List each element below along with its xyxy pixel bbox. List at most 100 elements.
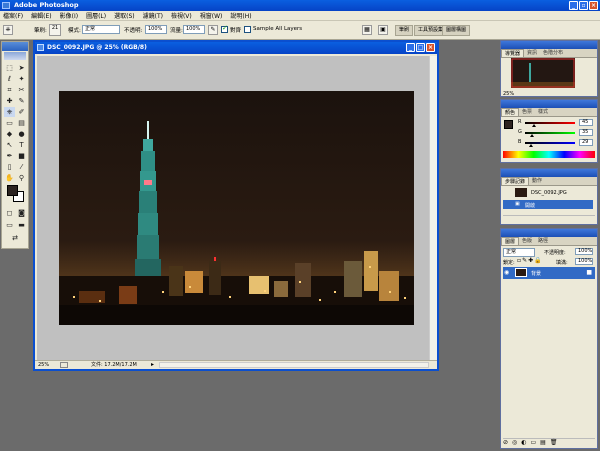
- airbrush-icon[interactable]: ✎: [208, 25, 218, 35]
- document-titlebar: DSC_0092.JPG @ 25% (RGB/8) _ □ ×: [35, 42, 437, 54]
- tab-swatches[interactable]: 色票: [519, 108, 535, 116]
- b-slider-thumb[interactable]: [528, 144, 533, 147]
- tab-info[interactable]: 資訊: [524, 49, 540, 57]
- opacity-input[interactable]: 100%: [145, 25, 167, 34]
- canvas-horizontal-scrollbar[interactable]: [159, 362, 429, 368]
- doc-minimize-button[interactable]: _: [406, 43, 415, 52]
- layer-row-background[interactable]: ◉ 背景 ■: [503, 267, 595, 279]
- menu-file[interactable]: 檔案(F): [3, 11, 23, 20]
- tab-layers[interactable]: 圖層: [501, 237, 520, 245]
- menu-help[interactable]: 說明(H): [230, 11, 251, 20]
- well-tab-brushes-label: 筆刷: [399, 27, 410, 33]
- layer-opacity-input[interactable]: 100%: [575, 248, 593, 255]
- standard-mode-icon[interactable]: ◻: [4, 208, 15, 218]
- restore-button[interactable]: ▫: [579, 1, 588, 10]
- layers-footer-icons[interactable]: ⊘◎◐▭▤🗑: [503, 438, 595, 446]
- eyedropper-tool-icon[interactable]: ⁄: [16, 162, 27, 172]
- brush-picker[interactable]: 21: [49, 24, 61, 36]
- mode-select[interactable]: 正常: [82, 25, 120, 34]
- tab-styles[interactable]: 樣式: [535, 108, 551, 116]
- b-slider[interactable]: [525, 142, 575, 144]
- standard-screen-mode-icon[interactable]: ▭: [4, 220, 15, 230]
- r-value[interactable]: 45: [579, 119, 593, 126]
- navigator-zoom[interactable]: 25%: [503, 91, 514, 97]
- well-tab-layer-comps[interactable]: 圖層構圖: [442, 25, 471, 36]
- move-tool-icon[interactable]: ➤: [16, 63, 27, 73]
- r-slider-thumb[interactable]: [532, 124, 536, 127]
- layer-fill-input[interactable]: 100%: [575, 258, 593, 265]
- hand-tool-icon[interactable]: ✋: [4, 173, 15, 183]
- zoom-level[interactable]: 25%: [38, 361, 49, 369]
- tab-actions[interactable]: 動作: [529, 177, 545, 185]
- doc-close-button[interactable]: ×: [426, 43, 435, 52]
- menu-layer[interactable]: 圖層(L): [86, 11, 106, 20]
- zoom-tool-icon[interactable]: ⚲: [16, 173, 27, 183]
- clone-stamp-tool-icon[interactable]: ⎈: [3, 25, 13, 35]
- slice-tool-icon[interactable]: ✂: [16, 85, 27, 95]
- lasso-tool-icon[interactable]: ℓ: [4, 74, 15, 84]
- clone-stamp-tool-button-icon[interactable]: ⎈: [4, 107, 15, 117]
- menu-image[interactable]: 影像(I): [60, 11, 78, 20]
- tab-history[interactable]: 步驟記錄: [501, 177, 530, 185]
- minimize-button[interactable]: _: [569, 1, 578, 10]
- menu-select[interactable]: 選取(S): [114, 11, 135, 20]
- gradient-tool-icon[interactable]: ▤: [16, 118, 27, 128]
- healing-brush-tool-icon[interactable]: ✚: [4, 96, 15, 106]
- document-image[interactable]: [59, 91, 414, 325]
- tab-histogram[interactable]: 色階分布: [540, 49, 566, 57]
- tab-paths[interactable]: 路徑: [535, 237, 551, 245]
- blur-tool-icon[interactable]: ◆: [4, 129, 15, 139]
- flow-input[interactable]: 100%: [183, 25, 205, 34]
- foreground-color-swatch[interactable]: [7, 185, 18, 196]
- canvas-area[interactable]: [37, 56, 429, 361]
- path-selection-tool-icon[interactable]: ↖: [4, 140, 15, 150]
- brush-tool-icon[interactable]: ✎: [16, 96, 27, 106]
- doc-maximize-button[interactable]: □: [416, 43, 425, 52]
- color-foreground-swatch[interactable]: [504, 120, 513, 129]
- type-tool-icon[interactable]: T: [16, 140, 27, 150]
- visibility-eye-icon[interactable]: ◉: [504, 269, 509, 276]
- jump-to-imageready-icon[interactable]: ⇄: [4, 233, 26, 243]
- eraser-tool-icon[interactable]: ▭: [4, 118, 15, 128]
- color-ramp[interactable]: [503, 151, 595, 158]
- full-screen-mode-icon[interactable]: ▬: [16, 220, 27, 230]
- brush-label: 筆刷:: [34, 28, 47, 34]
- g-slider-thumb[interactable]: [530, 134, 534, 137]
- history-snapshot-row[interactable]: DSC_0092.JPG: [503, 187, 595, 199]
- tab-channels[interactable]: 色版: [519, 237, 535, 245]
- sample-all-layers-checkbox[interactable]: [244, 26, 251, 33]
- sample-all-layers-label: Sample All Layers: [253, 26, 303, 32]
- lock-icons[interactable]: ▫✎✚🔒: [517, 257, 543, 264]
- b-value[interactable]: 29: [579, 139, 593, 146]
- marquee-tool-icon[interactable]: ⬚: [4, 63, 15, 73]
- palette-toggle-icon[interactable]: ▣: [378, 25, 388, 35]
- navigator-thumbnail[interactable]: [511, 58, 575, 88]
- history-step-row[interactable]: ▣ 開啟: [503, 200, 593, 209]
- tab-navigator[interactable]: 導覽器: [501, 49, 525, 57]
- file-browser-icon[interactable]: ▦: [362, 25, 372, 35]
- quick-mask-mode-icon[interactable]: ◙: [16, 208, 27, 218]
- layer-blend-mode-select[interactable]: 正常: [503, 248, 535, 257]
- menu-bar: 檔案(F) 編輯(E) 影像(I) 圖層(L) 選取(S) 濾鏡(T) 檢視(V…: [0, 11, 600, 21]
- shape-tool-icon[interactable]: ■: [16, 151, 27, 161]
- history-brush-tool-icon[interactable]: ✐: [16, 107, 27, 117]
- adobe-online-icon[interactable]: [4, 52, 26, 60]
- notes-tool-icon[interactable]: ▯: [4, 162, 15, 172]
- close-button[interactable]: ×: [589, 1, 598, 10]
- tab-color[interactable]: 顏色: [501, 108, 520, 116]
- dodge-tool-icon[interactable]: ●: [16, 129, 27, 139]
- aligned-checkbox[interactable]: [221, 24, 228, 33]
- g-value[interactable]: 35: [579, 129, 593, 136]
- well-tab-brushes[interactable]: 筆刷: [395, 25, 414, 36]
- pen-tool-icon[interactable]: ✒: [4, 151, 15, 161]
- crop-tool-icon[interactable]: ⌗: [4, 85, 15, 95]
- status-menu-arrow-icon[interactable]: ▸: [151, 361, 154, 369]
- menu-view[interactable]: 檢視(V): [171, 11, 192, 20]
- canvas-vertical-scrollbar[interactable]: [429, 56, 437, 361]
- navigator-panel-header: [501, 41, 597, 49]
- menu-window[interactable]: 視窗(W): [200, 11, 223, 20]
- magic-wand-tool-icon[interactable]: ✦: [16, 74, 27, 84]
- menu-edit[interactable]: 編輯(E): [31, 11, 51, 20]
- status-icon[interactable]: [60, 362, 68, 368]
- menu-filter[interactable]: 濾鏡(T): [143, 11, 163, 20]
